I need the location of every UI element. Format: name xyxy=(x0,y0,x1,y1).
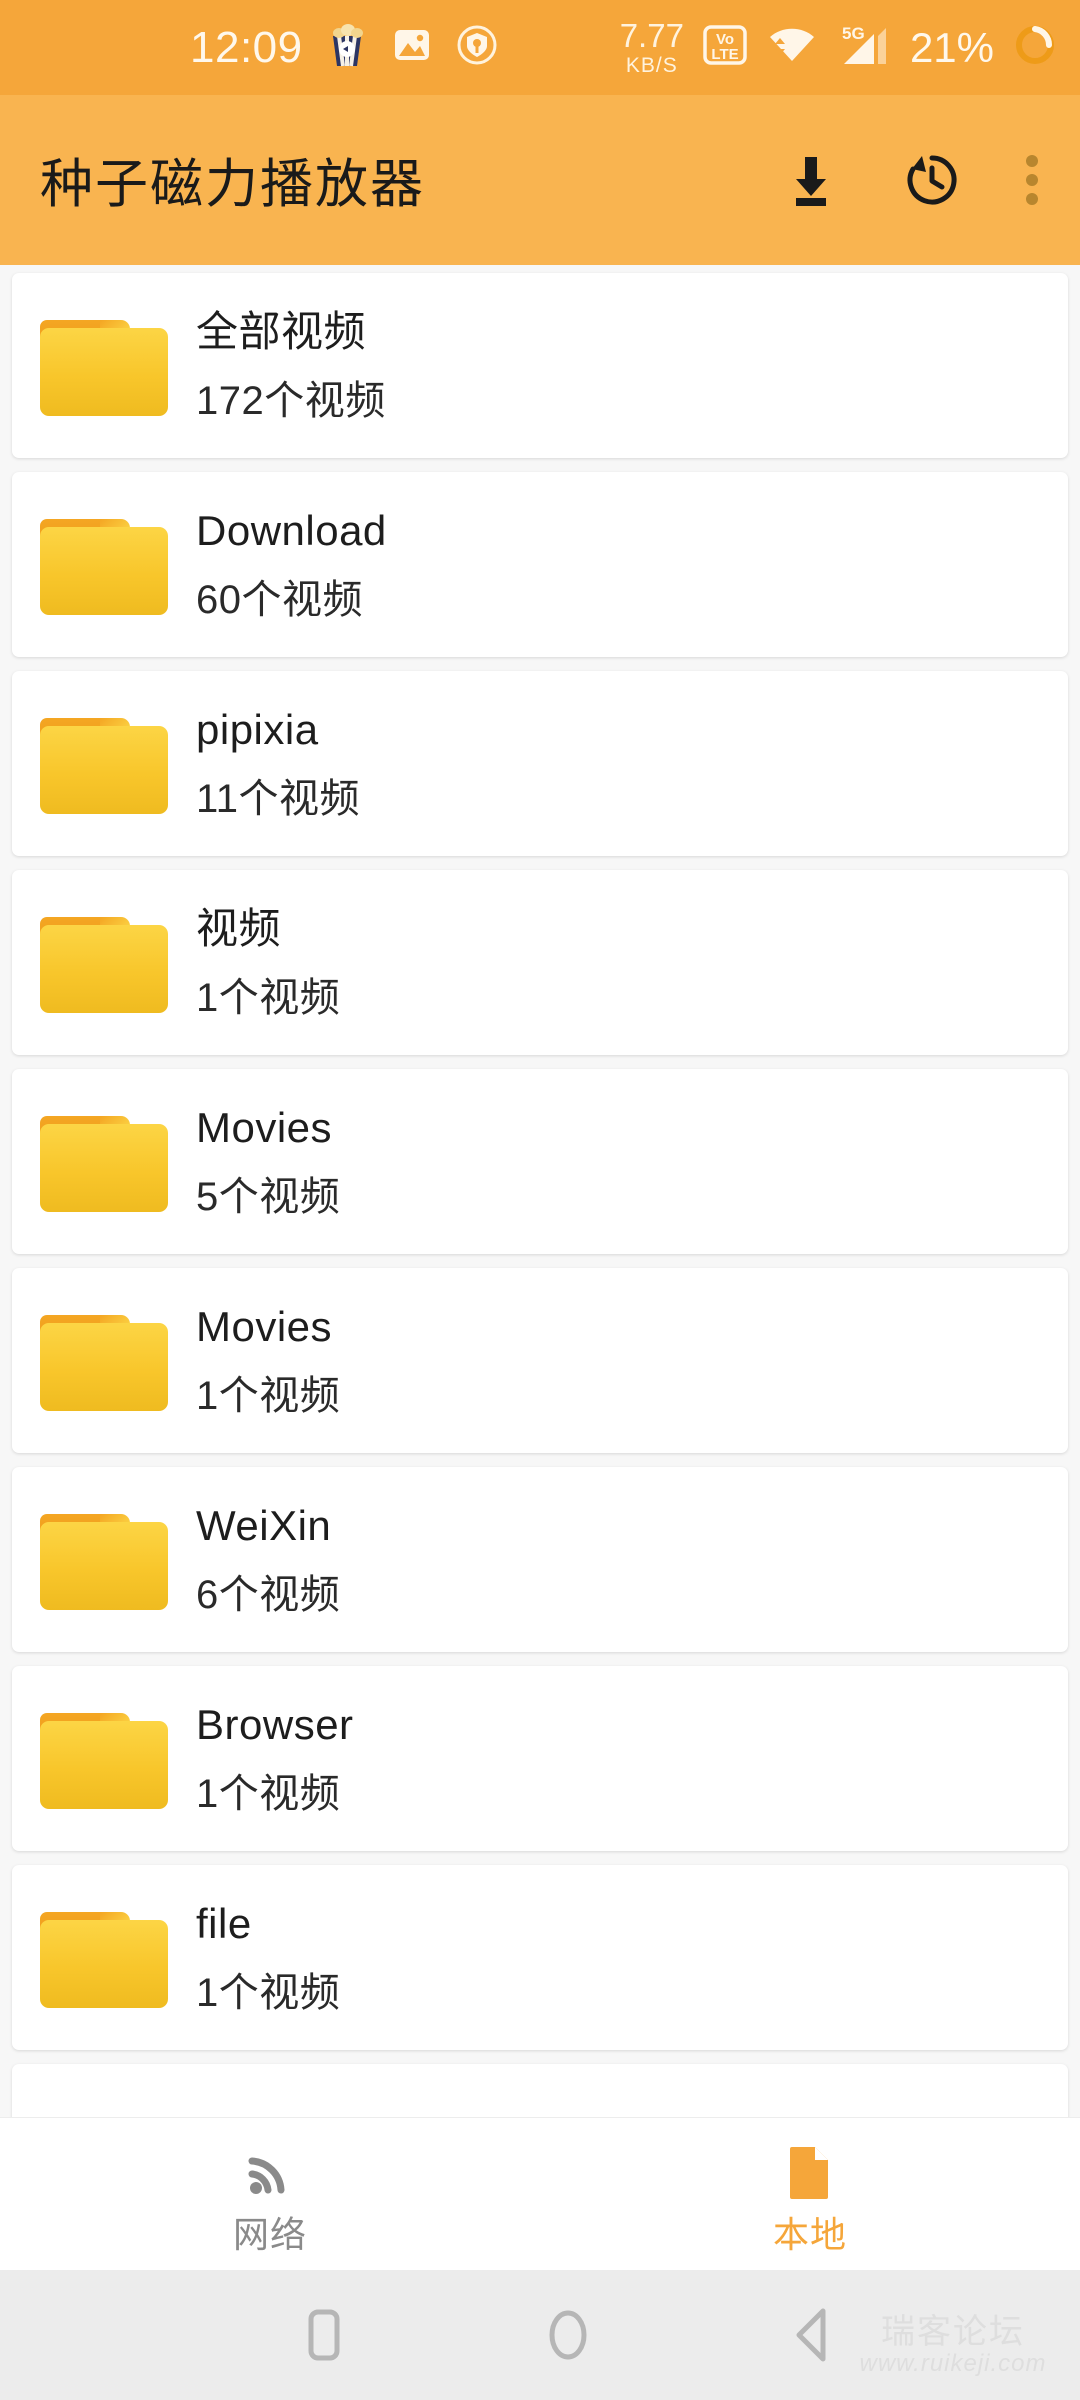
folder-list-item[interactable]: WeiXin 6个视频 xyxy=(12,1467,1068,1652)
network-speed-unit: KB/S xyxy=(625,54,678,77)
folder-name: WeiXin xyxy=(196,1501,332,1549)
folder-name: file xyxy=(196,1899,252,1947)
folder-text: 视频 1个视频 xyxy=(196,904,341,1020)
tab-network-label: 网络 xyxy=(232,2214,307,2255)
folder-list-item[interactable]: pipixia 11个视频 xyxy=(12,671,1068,856)
triangle-back-icon xyxy=(796,2308,825,2362)
folder-text: Movies 1个视频 xyxy=(196,1302,341,1418)
folder-text: Movies 5个视频 xyxy=(196,1103,341,1219)
status-bar-left: 12:09 xyxy=(190,22,499,73)
folder-list-item[interactable]: file 1个视频 xyxy=(12,1865,1068,2050)
volte-icon: Vo LTE xyxy=(702,22,748,73)
folder-text: pipixia 11个视频 xyxy=(196,705,361,821)
folder-list-item[interactable]: 视频 1个视频 xyxy=(12,870,1068,1055)
folder-text: 全部视频 172个视频 xyxy=(196,307,386,423)
folder-name: pipixia xyxy=(196,705,319,753)
page-title: 种子磁力播放器 xyxy=(40,155,425,214)
folder-list-item-partial[interactable] xyxy=(12,2064,1068,2117)
folder-icon xyxy=(40,316,168,416)
folder-name: 全部视频 xyxy=(196,307,367,355)
folder-icon xyxy=(40,714,168,814)
status-bar[interactable]: 12:09 7.77 KB/S Vo LTE 5G 21% xyxy=(0,0,1080,95)
folder-video-count: 6个视频 xyxy=(196,1572,341,1617)
folder-list[interactable]: 全部视频 172个视频 Download 60个视频 pipixia 11个视频… xyxy=(0,265,1080,2117)
wifi-icon xyxy=(766,23,818,72)
folder-icon xyxy=(40,1311,168,1411)
cellular-signal-icon: 5G xyxy=(836,22,892,73)
battery-ring-icon xyxy=(1012,22,1058,73)
tab-network[interactable]: 网络 xyxy=(0,2118,540,2270)
folder-video-count: 5个视频 xyxy=(196,1174,341,1219)
download-button[interactable] xyxy=(780,149,842,211)
download-icon xyxy=(796,157,826,206)
folder-text: Browser 1个视频 xyxy=(196,1700,354,1816)
folder-name: Browser xyxy=(196,1700,354,1748)
android-navigation-bar[interactable] xyxy=(0,2270,1080,2400)
folder-list-item[interactable]: Download 60个视频 xyxy=(12,472,1068,657)
circle-home-icon xyxy=(549,2310,586,2360)
home-button[interactable] xyxy=(500,2302,635,2368)
folder-icon xyxy=(40,1908,168,2008)
tab-local[interactable]: 本地 xyxy=(540,2118,1080,2270)
folder-icon xyxy=(40,515,168,615)
recents-button[interactable] xyxy=(255,2302,390,2368)
network-speed-value: 7.77 xyxy=(619,17,684,54)
overflow-menu-button[interactable] xyxy=(1022,148,1042,212)
folder-icon xyxy=(40,1112,168,1212)
folder-icon xyxy=(40,1510,168,1610)
folder-text: Download 60个视频 xyxy=(196,506,387,622)
folder-video-count: 1个视频 xyxy=(196,975,341,1020)
network-speed-indicator: 7.77 KB/S xyxy=(620,19,684,76)
shield-vpn-icon xyxy=(455,23,499,72)
folder-list-item[interactable]: Movies 1个视频 xyxy=(12,1268,1068,1453)
folder-text: WeiXin 6个视频 xyxy=(196,1501,341,1617)
more-vert-icon xyxy=(1026,155,1038,205)
status-clock: 12:09 xyxy=(190,22,303,72)
folder-list-item[interactable]: 全部视频 172个视频 xyxy=(12,273,1068,458)
back-button[interactable] xyxy=(745,2302,880,2368)
folder-video-count: 172个视频 xyxy=(196,378,386,423)
app-bar-actions xyxy=(780,148,1042,212)
folder-video-count: 1个视频 xyxy=(196,1771,341,1816)
folder-video-count: 1个视频 xyxy=(196,1373,341,1418)
square-recents-icon xyxy=(308,2309,339,2361)
status-bar-right: 7.77 KB/S Vo LTE 5G 21% xyxy=(620,19,1058,76)
bottom-tab-bar[interactable]: 网络 本地 xyxy=(0,2117,1080,2270)
svg-text:LTE: LTE xyxy=(711,46,738,63)
folder-icon xyxy=(40,913,168,1013)
gallery-icon xyxy=(391,24,433,71)
app-bar: 种子磁力播放器 xyxy=(0,95,1080,265)
document-file-icon xyxy=(787,2141,833,2203)
folder-name: 视频 xyxy=(196,904,282,952)
svg-text:5G: 5G xyxy=(842,24,865,43)
folder-video-count: 11个视频 xyxy=(196,776,361,821)
folder-name: Movies xyxy=(196,1302,333,1350)
folder-icon xyxy=(40,1709,168,1809)
tab-local-label: 本地 xyxy=(772,2214,847,2255)
popcorn-app-icon xyxy=(325,22,369,73)
battery-percent-label: 21% xyxy=(909,23,994,71)
folder-video-count: 1个视频 xyxy=(196,1970,341,2015)
folder-text: file 1个视频 xyxy=(196,1899,341,2015)
history-button[interactable] xyxy=(900,148,964,212)
folder-name: Download xyxy=(196,506,387,554)
history-icon xyxy=(907,155,957,205)
folder-video-count: 60个视频 xyxy=(196,577,363,622)
folder-list-item[interactable]: Browser 1个视频 xyxy=(12,1666,1068,1851)
folder-name: Movies xyxy=(196,1103,333,1151)
folder-list-item[interactable]: Movies 5个视频 xyxy=(12,1069,1068,1254)
rss-signal-icon xyxy=(242,2141,298,2203)
